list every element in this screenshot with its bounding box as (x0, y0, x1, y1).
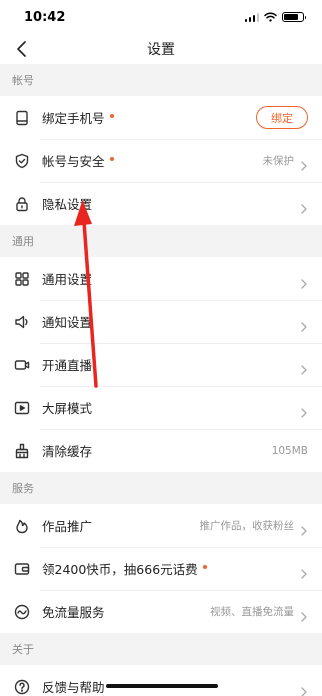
row-open-live[interactable]: 开通直播 (0, 343, 322, 386)
row-label: 反馈与帮助 (42, 680, 105, 695)
promotion-hint: 推广作品，收获粉丝 (199, 520, 295, 532)
row-label: 通用设置 (42, 272, 93, 287)
chevron-right-icon (300, 317, 308, 332)
row-coin-reward[interactable]: 领2400快币，抽666元话费 (0, 547, 322, 590)
notification-dot (109, 113, 114, 118)
row-big-screen-mode[interactable]: 大屏模式 (0, 386, 322, 429)
chevron-right-icon (300, 682, 308, 696)
section-header-general: 通用 (0, 225, 322, 257)
chevron-right-icon (300, 156, 308, 171)
status-time: 10:42 (24, 9, 66, 25)
notification-dot (109, 156, 114, 161)
row-label: 作品推广 (42, 519, 93, 534)
row-label: 免流量服务 (42, 605, 105, 620)
chevron-right-icon (300, 403, 308, 418)
row-bind-phone[interactable]: 绑定手机号 绑定 (0, 96, 322, 139)
row-label: 隐私设置 (42, 197, 93, 212)
camera-icon (14, 357, 30, 373)
broom-icon (14, 443, 30, 459)
row-label: 大屏模式 (42, 401, 93, 416)
row-label: 领2400快币，抽666元话费 (42, 562, 198, 577)
row-label: 绑定手机号 (42, 111, 105, 126)
nav-bar: 设置 (0, 34, 322, 64)
free-data-hint: 视频、直播免流量 (210, 606, 294, 618)
row-notification-settings[interactable]: 通知设置 (0, 300, 322, 343)
home-indicator (106, 684, 218, 688)
phone-icon (14, 110, 30, 126)
security-status: 未保护 (262, 155, 295, 167)
row-work-promotion[interactable]: 作品推广 推广作品，收获粉丝 (0, 504, 322, 547)
speaker-icon (14, 314, 30, 330)
row-general-settings[interactable]: 通用设置 (0, 257, 322, 300)
wifi-icon (264, 12, 277, 22)
back-icon[interactable] (14, 40, 32, 58)
row-label: 通知设置 (42, 315, 93, 330)
signal-icon (244, 12, 259, 22)
chevron-right-icon (300, 199, 308, 214)
status-bar: 10:42 (0, 0, 322, 34)
chevron-right-icon (300, 521, 308, 536)
cache-size: 105MB (271, 444, 308, 457)
chevron-right-icon (300, 607, 308, 622)
row-label: 开通直播 (42, 358, 93, 373)
battery-icon (282, 12, 306, 22)
page-title: 设置 (147, 42, 175, 58)
row-privacy-settings[interactable]: 隐私设置 (0, 182, 322, 225)
row-account-security[interactable]: 帐号与安全 未保护 (0, 139, 322, 182)
row-feedback-help[interactable]: 反馈与帮助 (0, 665, 322, 696)
notification-dot (202, 564, 207, 569)
shield-icon (14, 153, 30, 169)
coin-card-icon (14, 561, 30, 577)
chevron-right-icon (300, 564, 308, 579)
row-label: 清除缓存 (42, 444, 93, 459)
flame-icon (14, 518, 30, 534)
status-icons (244, 12, 306, 22)
bind-button[interactable]: 绑定 (256, 106, 308, 129)
section-header-service: 服务 (0, 472, 322, 504)
wave-icon (14, 604, 30, 620)
play-screen-icon (14, 400, 30, 416)
help-icon (14, 679, 30, 695)
lock-icon (14, 196, 30, 212)
section-header-account: 帐号 (0, 64, 322, 96)
section-header-about: 关于 (0, 633, 322, 665)
chevron-right-icon (300, 360, 308, 375)
row-free-data-service[interactable]: 免流量服务 视频、直播免流量 (0, 590, 322, 633)
chevron-right-icon (300, 274, 308, 289)
grid-icon (14, 271, 30, 287)
row-clear-cache[interactable]: 清除缓存 105MB (0, 429, 322, 472)
row-label: 帐号与安全 (42, 154, 105, 169)
